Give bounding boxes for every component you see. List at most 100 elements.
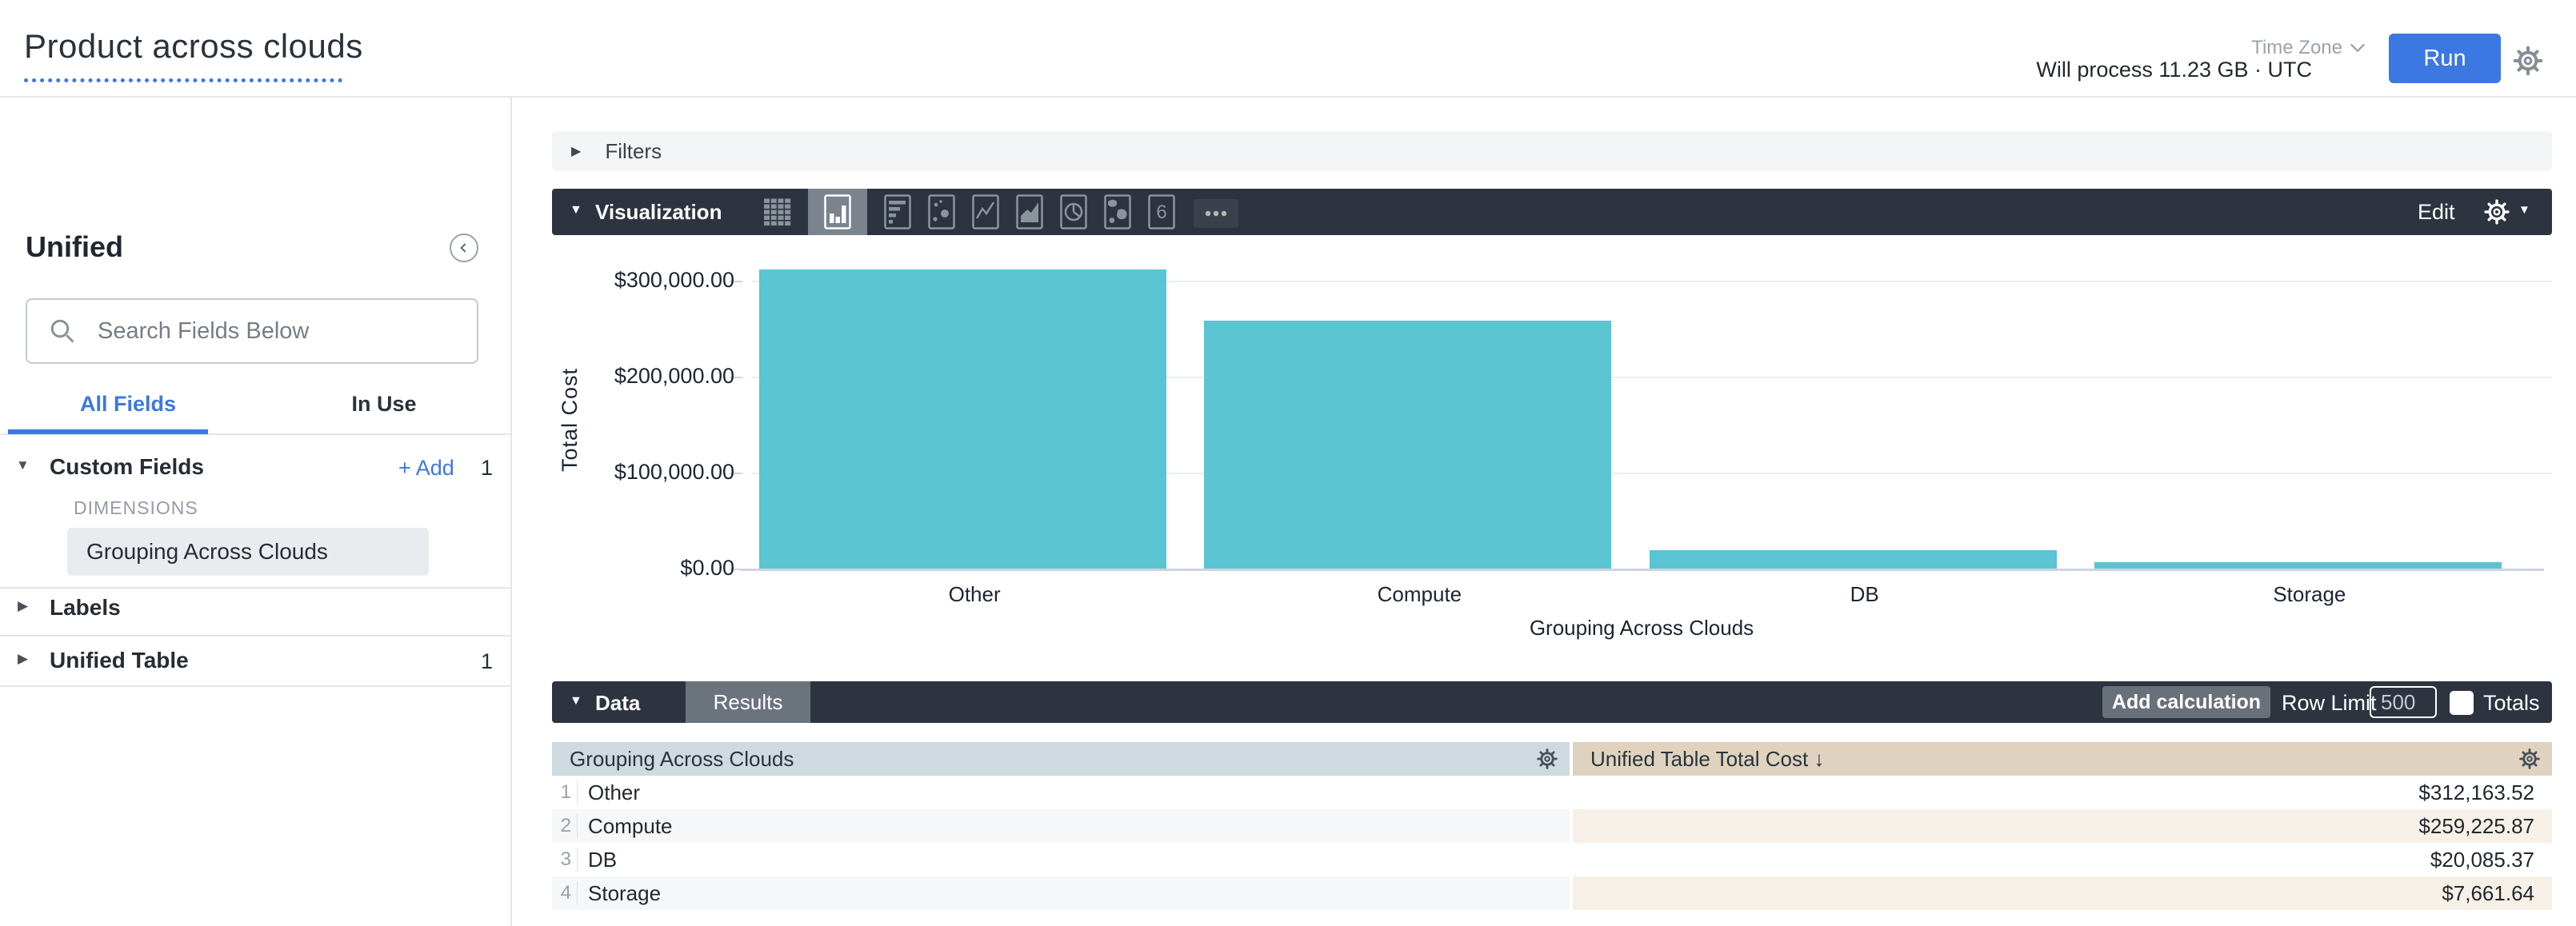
column-gear-icon[interactable] (2518, 748, 2541, 770)
explore-settings-gear-icon[interactable] (2512, 45, 2544, 77)
search-icon (48, 317, 77, 345)
row-number: 4 (552, 882, 571, 904)
dimension-value[interactable]: Storage (588, 881, 661, 906)
table-row-dimension-cell[interactable]: 4 Storage (552, 876, 1570, 910)
sidebar-section-custom-fields[interactable]: Custom Fields (50, 454, 204, 480)
bar-compute[interactable] (1204, 321, 1611, 569)
row-limit-input[interactable] (2370, 686, 2437, 718)
table-row-measure-cell[interactable]: $20,085.37 (1573, 843, 2552, 876)
explore-page: Product across clouds Time Zone Will pro… (0, 0, 2576, 926)
data-label[interactable]: Data (595, 691, 640, 716)
sidebar-section-labels[interactable]: Labels (50, 595, 121, 621)
chevron-left-icon (456, 240, 472, 256)
x-axis-title: Grouping Across Clouds (1402, 616, 1882, 641)
row-limit-label: Row Limit (2282, 691, 2377, 716)
row-number: 3 (552, 848, 571, 871)
filters-section-bar[interactable]: ▶ Filters (552, 131, 2552, 171)
caret-down-icon[interactable]: ▼ (570, 203, 582, 218)
divider (577, 814, 578, 838)
row-number: 1 (552, 781, 571, 804)
view-name: Unified (26, 230, 123, 264)
dimension-value[interactable]: Compute (588, 814, 673, 839)
map-chart-icon[interactable] (1104, 194, 1131, 230)
caret-down-icon[interactable]: ▼ (16, 457, 30, 473)
field-grouping-across-clouds[interactable]: Grouping Across Clouds (67, 528, 429, 576)
svg-text:6: 6 (1156, 202, 1166, 223)
row-number: 2 (552, 815, 571, 837)
x-axis-line (740, 569, 2544, 571)
table-row-measure-cell[interactable]: $259,225.87 (1573, 809, 2552, 843)
divider (577, 881, 578, 905)
column-gear-icon[interactable] (1536, 748, 1558, 770)
table-chart-icon[interactable] (764, 194, 791, 230)
bytes-process-status: Will process 11.23 GB · UTC (2036, 58, 2312, 82)
measure-header-label[interactable]: Unified Table Total Cost ↓ (1590, 742, 1824, 776)
filters-label: Filters (605, 139, 662, 164)
line-chart-icon[interactable] (972, 194, 999, 230)
time-zone-selector[interactable]: Time Zone (2251, 37, 2366, 59)
dimension-value[interactable]: DB (588, 848, 617, 872)
divider (0, 587, 512, 589)
y-axis-tick-label: $0.00 (552, 556, 734, 581)
top-header: Product across clouds Time Zone Will pro… (0, 0, 2576, 98)
tab-in-use[interactable]: In Use (256, 379, 512, 429)
caret-down-icon[interactable]: ▼ (570, 694, 582, 708)
visualization-settings-gear-icon[interactable] (2483, 198, 2510, 226)
add-custom-field-button[interactable]: + Add (398, 456, 454, 481)
totals-label: Totals (2483, 691, 2540, 716)
selected-vis-type-highlight[interactable] (808, 189, 867, 235)
vis-type-picker: 6 (764, 189, 1240, 235)
table-header-measure[interactable]: Unified Table Total Cost ↓ (1573, 742, 2552, 776)
bar-chart: Total Cost Grouping Across Clouds $0.00 $… (552, 235, 2552, 683)
bar-other[interactable] (759, 269, 1166, 569)
edit-visualization-button[interactable]: Edit (2418, 200, 2455, 225)
results-tab[interactable]: Results (686, 681, 810, 723)
scatter-chart-icon[interactable] (928, 194, 955, 230)
x-axis-category-label: Storage (2150, 582, 2470, 607)
field-search-box[interactable] (26, 298, 478, 364)
table-row-dimension-cell[interactable]: 2 Compute (552, 809, 1570, 843)
add-calculation-button[interactable]: Add calculation (2102, 686, 2270, 718)
y-axis-title: Total Cost (558, 300, 590, 540)
pie-chart-icon[interactable] (1060, 194, 1087, 230)
sidebar-section-unified-table[interactable]: Unified Table (50, 648, 189, 673)
custom-fields-count-badge: 1 (472, 456, 493, 481)
table-row-dimension-cell[interactable]: 3 DB (552, 843, 1570, 876)
divider (577, 848, 578, 872)
area-chart-icon[interactable] (1016, 194, 1043, 230)
run-button[interactable]: Run (2389, 34, 2501, 83)
single-value-chart-icon[interactable]: 6 (1148, 194, 1175, 230)
y-axis-tick-label: $300,000.00 (552, 268, 734, 293)
caret-right-icon[interactable]: ▶ (18, 651, 28, 667)
dimension-value[interactable]: Other (588, 780, 640, 805)
bar-db[interactable] (1650, 550, 2057, 569)
divider (0, 685, 512, 687)
page-title[interactable]: Product across clouds (24, 27, 363, 66)
field-picker-sidebar: Unified All Fields In Use ▼ Custom Field… (0, 98, 512, 926)
dimensions-group-label: DIMENSIONS (74, 497, 198, 519)
visualization-label[interactable]: Visualization (595, 200, 722, 225)
divider (577, 780, 578, 804)
bar-chart-icon[interactable] (884, 194, 911, 230)
table-row-dimension-cell[interactable]: 1 Other (552, 776, 1570, 809)
totals-checkbox[interactable] (2450, 691, 2474, 715)
table-row-measure-cell[interactable]: $7,661.64 (1573, 876, 2552, 910)
table-row-measure-cell[interactable]: $312,163.52 (1573, 776, 2552, 809)
divider (0, 635, 512, 637)
more-vis-types-icon[interactable] (1192, 194, 1240, 230)
tab-all-fields[interactable]: All Fields (0, 379, 256, 429)
title-dotted-underline (24, 78, 342, 82)
table-header-dimension[interactable]: Grouping Across Clouds (552, 742, 1570, 776)
x-axis-category-label: Compute (1259, 582, 1579, 607)
x-axis-category-label: Other (814, 582, 1134, 607)
dimension-header-label[interactable]: Grouping Across Clouds (570, 742, 794, 776)
collapse-sidebar-button[interactable] (450, 233, 478, 262)
chevron-down-icon (2349, 42, 2366, 54)
caret-right-icon: ▶ (571, 143, 581, 159)
caret-down-icon[interactable]: ▼ (2518, 203, 2530, 217)
y-axis-tick-label: $100,000.00 (552, 460, 734, 485)
caret-right-icon[interactable]: ▶ (18, 598, 28, 614)
y-axis-tick-label: $200,000.00 (552, 364, 734, 389)
column-chart-icon[interactable] (824, 194, 851, 230)
search-input[interactable] (96, 317, 456, 345)
